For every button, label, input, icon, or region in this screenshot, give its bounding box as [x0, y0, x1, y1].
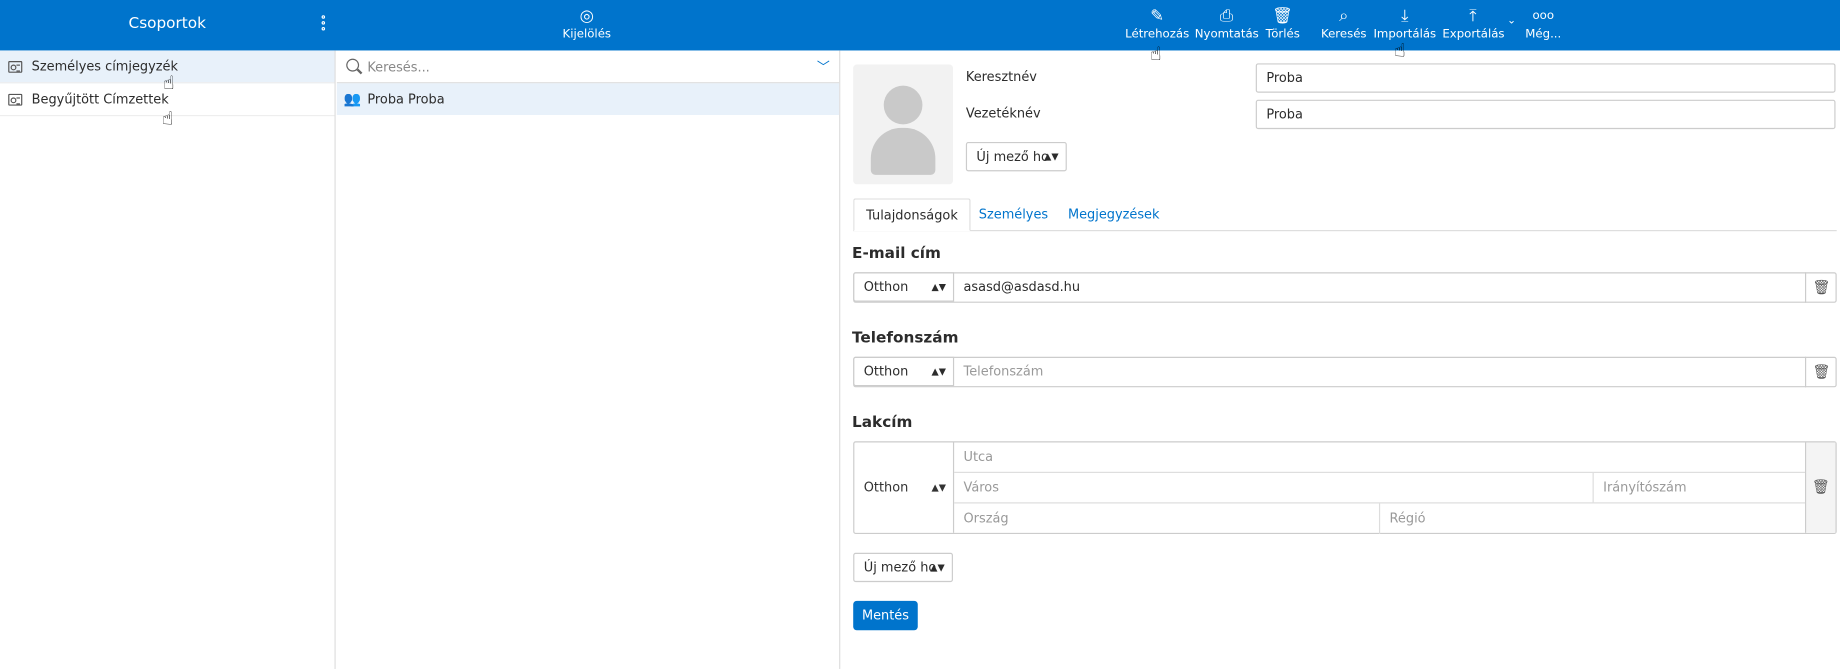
export-dropdown-chevron-icon[interactable]: ⌄ — [1503, 9, 1519, 51]
firstname-field[interactable]: Proba — [1255, 63, 1836, 93]
avatar-head — [883, 85, 923, 125]
toolbar: Csoportok ◎ Kijelölés ✎ Létrehozás ⎙ Nyo… — [0, 0, 1840, 51]
contact-name: Proba Proba — [367, 91, 445, 107]
group-item-label: Begyűjtött Címzettek — [31, 91, 169, 107]
download-icon: ⤓ — [1401, 7, 1409, 26]
print-button[interactable]: ⎙ Nyomtatás — [1195, 5, 1259, 47]
create-button[interactable]: ✎ Létrehozás — [1124, 5, 1190, 47]
avatar-body — [870, 127, 936, 175]
lastname-label: Vezetéknév — [965, 105, 1041, 121]
firstname-label: Keresztnév — [965, 69, 1037, 85]
more-dots-icon: ooo — [1532, 9, 1555, 23]
hand-cursor-icon: ☝ — [163, 71, 175, 94]
email-row: Otthon ▲▼ asasd@asdasd.hu 🗑 — [853, 272, 1837, 303]
hand-cursor-icon: ☝ — [1150, 42, 1162, 65]
trash-icon[interactable]: 🗑 — [1804, 442, 1836, 533]
address-type-select[interactable]: Otthon ▲▼ — [854, 442, 955, 533]
region-field[interactable]: Régió — [1380, 503, 1806, 534]
trash-icon[interactable]: 🗑 — [1804, 356, 1837, 388]
export-button[interactable]: ⤒ Exportálás — [1442, 5, 1504, 47]
groups-title: Csoportok — [128, 15, 206, 33]
contacts-search: ﹀ — [336, 50, 840, 84]
address-block: Otthon ▲▼ Utca Város Irányítószám Ország … — [853, 441, 1837, 534]
phone-field[interactable]: Telefonszám — [964, 358, 1044, 386]
group-item-label: Személyes címjegyzék — [31, 58, 178, 74]
phone-type-select[interactable]: Otthon ▲▼ — [853, 356, 955, 387]
address-book-icon — [8, 93, 23, 106]
add-field-select[interactable]: Új mező ho ▲▼ — [965, 142, 1067, 172]
email-field[interactable]: asasd@asdasd.hu — [964, 273, 1081, 301]
contacts-panel: ﹀ 👥 Proba Proba — [336, 50, 841, 669]
search-input[interactable] — [367, 55, 814, 79]
tab-personal[interactable]: Személyes — [967, 198, 1060, 231]
trash-icon[interactable]: 🗑 — [1804, 272, 1837, 303]
address-heading: Lakcím — [852, 414, 913, 432]
lastname-field[interactable]: Proba — [1255, 99, 1836, 130]
save-button[interactable]: Mentés — [853, 600, 918, 631]
search-icon: ⌕ — [1339, 7, 1349, 26]
chevron-down-icon[interactable]: ﹀ — [817, 58, 830, 77]
hand-cursor-icon: ☝ — [161, 106, 174, 130]
phone-row: Otthon ▲▼ Telefonszám 🗑 — [853, 356, 1837, 388]
check-circle-icon: ◎ — [579, 7, 594, 26]
search-icon — [346, 58, 360, 72]
select-button[interactable]: ◎ Kijelölés — [557, 5, 616, 47]
hand-cursor-icon: ☝ — [1394, 38, 1406, 62]
email-type-select[interactable]: Otthon ▲▼ — [853, 272, 955, 302]
search-button[interactable]: ⌕ Keresés — [1319, 5, 1368, 47]
trash-icon: 🗑 — [1272, 7, 1294, 26]
address-book-icon — [8, 61, 23, 73]
groups-menu-icon[interactable] — [317, 14, 329, 35]
add-field-select-bottom[interactable]: Új mező ho ▲▼ — [853, 552, 953, 583]
tab-notes[interactable]: Megjegyzések — [1056, 198, 1171, 231]
printer-icon: ⎙ — [1219, 7, 1233, 26]
groups-panel: Személyes címjegyzék Begyűjtött Címzette… — [0, 50, 336, 669]
email-heading: E-mail cím — [852, 245, 941, 263]
city-field[interactable]: Város — [954, 472, 1594, 504]
delete-button[interactable]: 🗑 Törlés — [1263, 5, 1303, 47]
contact-editor: Keresztnév Proba Vezetéknév Proba Új mez… — [841, 50, 1840, 668]
list-item[interactable]: 👥 Proba Proba — [336, 83, 840, 116]
street-field[interactable]: Utca — [954, 442, 1807, 473]
avatar[interactable] — [853, 64, 953, 185]
more-button[interactable]: ooo Még... — [1523, 5, 1563, 47]
tab-properties[interactable]: Tulajdonságok — [853, 198, 971, 232]
contact-tabs: Tulajdonságok Személyes Megjegyzések — [853, 198, 1837, 232]
country-field[interactable]: Ország — [954, 503, 1381, 534]
zip-field[interactable]: Irányítószám — [1593, 473, 1807, 504]
people-icon: 👥 — [343, 90, 362, 107]
upload-icon: ⤒ — [1469, 7, 1477, 26]
edit-icon: ✎ — [1150, 7, 1165, 26]
phone-heading: Telefonszám — [852, 329, 959, 348]
